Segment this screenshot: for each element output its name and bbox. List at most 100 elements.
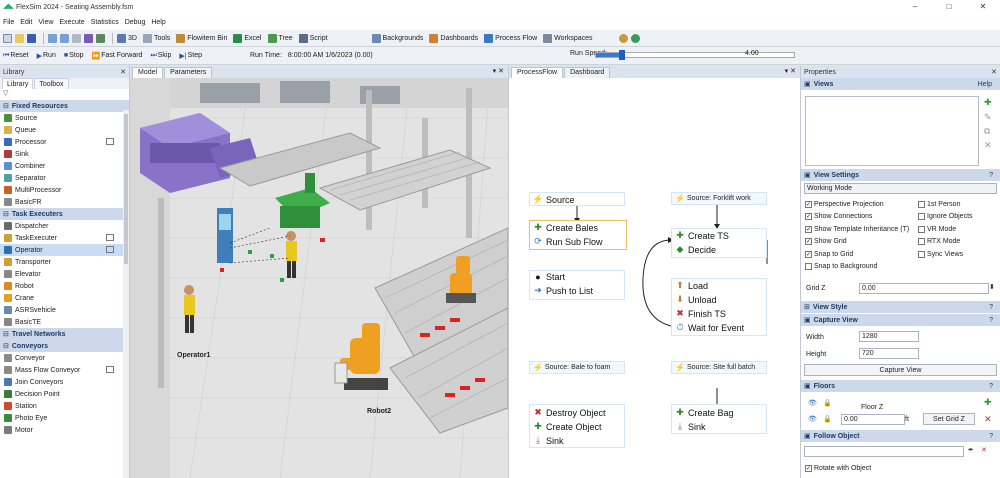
- model-3d-canvas[interactable]: Operator1 Robot2: [130, 78, 508, 478]
- reset-button[interactable]: ⏮ Reset: [3, 52, 29, 60]
- library-item[interactable]: Conveyor: [0, 352, 129, 364]
- view-setting-checkbox[interactable]: Sync Views: [918, 248, 963, 260]
- create-object-activity[interactable]: ✚ Create Object: [533, 420, 601, 433]
- capture-view-button[interactable]: Capture View: [804, 364, 997, 376]
- menu-help[interactable]: Help: [151, 19, 165, 26]
- run-speed-thumb[interactable]: [618, 50, 625, 60]
- help-icon[interactable]: [630, 33, 640, 43]
- remove-floor-icon[interactable]: ✕: [984, 414, 992, 425]
- lock-icon[interactable]: 🔒: [823, 399, 832, 407]
- run-speed-slider[interactable]: [595, 50, 795, 60]
- select-icon[interactable]: [84, 33, 93, 43]
- library-item[interactable]: Decision Point: [0, 388, 129, 400]
- dashboards-button[interactable]: Dashboards: [429, 33, 478, 43]
- push-to-list-activity[interactable]: ➜ Push to List: [533, 284, 593, 297]
- create-bales-activity[interactable]: ✚ Create Bales: [533, 221, 598, 234]
- view-setting-checkbox[interactable]: ✓ Show Template Inheritance (T): [805, 223, 909, 235]
- lock-icon[interactable]: 🔒: [823, 415, 832, 423]
- create-bag-activity[interactable]: ✚ Create Bag: [675, 406, 733, 419]
- view-setting-checkbox[interactable]: Ignore Objects: [918, 211, 973, 223]
- finish-ts-activity[interactable]: ✖ Finish TS: [675, 307, 726, 320]
- library-item[interactable]: BasicFR: [0, 196, 129, 208]
- workspaces-button[interactable]: Workspaces: [543, 33, 593, 43]
- run-button[interactable]: ▶ Run: [37, 52, 56, 60]
- library-item[interactable]: Queue: [0, 124, 129, 136]
- remove-view-icon[interactable]: ✕: [984, 140, 992, 151]
- follow-object-section[interactable]: ▣ Follow Object?: [801, 430, 1000, 442]
- library-item[interactable]: Robot: [0, 280, 129, 292]
- library-item[interactable]: Operator: [0, 244, 129, 256]
- menu-file[interactable]: File: [3, 19, 14, 26]
- process-flow-button[interactable]: Process Flow: [484, 33, 537, 43]
- menu-view[interactable]: View: [38, 19, 53, 26]
- view-style-section[interactable]: ⊞ View Style?: [801, 301, 1000, 313]
- set-grid-z-button[interactable]: Set Grid Z: [923, 413, 975, 425]
- menu-edit[interactable]: Edit: [20, 19, 32, 26]
- new-file-icon[interactable]: [3, 33, 12, 43]
- 3d-view-button[interactable]: 3D: [117, 33, 137, 43]
- view-setting-checkbox[interactable]: 1st Person: [918, 198, 960, 210]
- sink-activity-a[interactable]: ⤓ Sink: [533, 434, 564, 447]
- eyedropper-icon[interactable]: ✒: [968, 446, 974, 454]
- library-item[interactable]: ASRSvehicle: [0, 304, 129, 316]
- menu-statistics[interactable]: Statistics: [91, 19, 119, 26]
- start-activity[interactable]: ● Start: [533, 270, 565, 283]
- library-section[interactable]: ⊟ Fixed Resources: [0, 100, 129, 112]
- minimize-button[interactable]: –: [898, 0, 932, 14]
- source-activity[interactable]: ⚡ Source: [532, 193, 574, 206]
- rotate-with-object-checkbox[interactable]: ✓ Rotate with Object: [805, 462, 871, 474]
- menu-execute[interactable]: Execute: [59, 19, 84, 26]
- menu-debug[interactable]: Debug: [125, 19, 146, 26]
- clear-icon[interactable]: ✕: [981, 446, 987, 454]
- view-setting-checkbox[interactable]: Snap to Background: [805, 261, 877, 273]
- views-list[interactable]: [805, 96, 979, 166]
- excel-button[interactable]: Excel: [233, 33, 262, 43]
- source-forklift-block[interactable]: ⚡ Source: Forklift work: [671, 192, 767, 205]
- height-field[interactable]: 720: [859, 348, 919, 359]
- view-setting-checkbox[interactable]: RTX Mode: [918, 236, 960, 248]
- template-icon[interactable]: [106, 246, 114, 253]
- add-floor-icon[interactable]: ✚: [984, 397, 992, 408]
- decide-activity[interactable]: ◆ Decide: [675, 243, 716, 256]
- library-item[interactable]: Mass Flow Conveyor: [0, 364, 129, 376]
- view-setting-checkbox[interactable]: ✓ Show Connections: [805, 211, 872, 223]
- step-button[interactable]: ▶| Step: [179, 52, 202, 60]
- close-icon[interactable]: ✕: [991, 68, 997, 76]
- collapse-icon[interactable]: ⊟: [3, 210, 9, 218]
- library-scrollbar[interactable]: [123, 110, 129, 478]
- view-settings-section[interactable]: ▣ View Settings?: [801, 169, 1000, 181]
- scrollbar-thumb[interactable]: [124, 114, 128, 264]
- tab-controls[interactable]: ▾ ✕: [785, 67, 796, 75]
- process-flow-canvas[interactable]: ⚡ Source ✚ Create Bales ⟳ Run Sub Flow ● Sta…: [509, 78, 801, 478]
- collapse-icon[interactable]: ⊟: [3, 330, 9, 338]
- gear-icon[interactable]: [618, 33, 628, 43]
- wait-for-event-activity[interactable]: ⏱ Wait for Event: [675, 321, 744, 334]
- collapse-icon[interactable]: ⊟: [3, 102, 9, 110]
- destroy-object-activity[interactable]: ✖ Destroy Object: [533, 406, 605, 419]
- undo-icon[interactable]: [48, 33, 57, 43]
- library-item[interactable]: Station: [0, 400, 129, 412]
- library-item[interactable]: Elevator: [0, 268, 129, 280]
- library-item[interactable]: BasicTE: [0, 316, 129, 328]
- library-item[interactable]: Processor: [0, 136, 129, 148]
- template-icon[interactable]: [106, 234, 114, 241]
- save-icon[interactable]: [27, 33, 36, 43]
- library-item[interactable]: Transporter: [0, 256, 129, 268]
- tab-controls[interactable]: ▾ ✕: [493, 67, 504, 75]
- script-button[interactable]: Script: [298, 33, 328, 43]
- library-item[interactable]: Motor: [0, 424, 129, 436]
- library-item[interactable]: Sink: [0, 148, 129, 160]
- library-item[interactable]: Combiner: [0, 160, 129, 172]
- flowitem-bin-button[interactable]: Flowitem Bin: [176, 33, 227, 43]
- library-section[interactable]: ⊟ Travel Networks: [0, 328, 129, 340]
- floor-z-field[interactable]: 0.00: [841, 414, 905, 425]
- add-view-icon[interactable]: ✚: [984, 97, 992, 108]
- tab-model[interactable]: Model: [132, 66, 164, 78]
- template-icon[interactable]: [106, 366, 114, 373]
- library-item[interactable]: Separator: [0, 172, 129, 184]
- open-folder-icon[interactable]: [15, 33, 24, 43]
- backgrounds-button[interactable]: Backgrounds: [371, 33, 423, 43]
- close-button[interactable]: ✕: [966, 0, 1000, 14]
- create-ts-activity[interactable]: ✚ Create TS: [675, 229, 729, 242]
- library-section[interactable]: ⊟ Conveyors: [0, 340, 129, 352]
